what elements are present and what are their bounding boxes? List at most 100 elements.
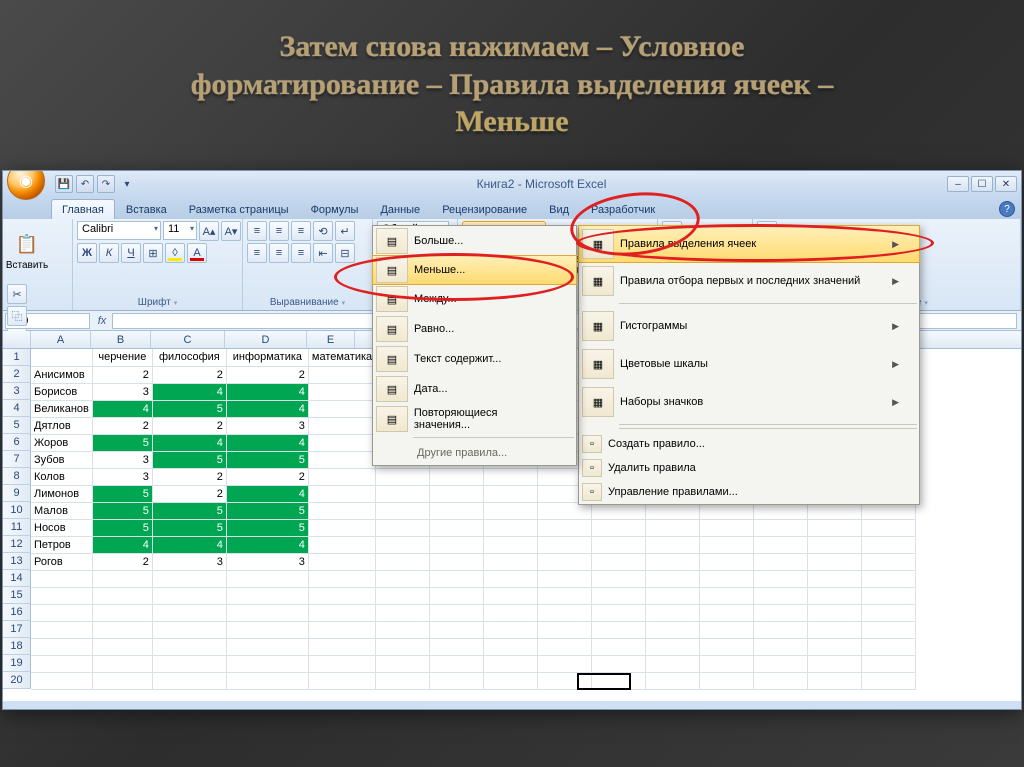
- submenu-item[interactable]: ▤Дата...: [373, 374, 576, 404]
- cell[interactable]: 5: [92, 502, 152, 519]
- tab-Вид[interactable]: Вид: [538, 199, 580, 219]
- cell[interactable]: Колов: [31, 468, 92, 485]
- cell[interactable]: [226, 621, 308, 638]
- cell[interactable]: [430, 655, 484, 672]
- submenu-footer[interactable]: Другие правила...: [373, 441, 576, 465]
- row-header[interactable]: 4: [3, 400, 31, 417]
- menu-item[interactable]: ▫Создать правило...: [579, 432, 919, 456]
- cell[interactable]: [700, 655, 754, 672]
- cell[interactable]: философия: [152, 349, 226, 366]
- cell[interactable]: [92, 655, 152, 672]
- cell[interactable]: [31, 638, 92, 655]
- cell[interactable]: [592, 655, 646, 672]
- cell[interactable]: Великанов: [31, 400, 92, 417]
- row-header[interactable]: 18: [3, 638, 31, 655]
- cell[interactable]: 4: [92, 536, 152, 553]
- row-header[interactable]: 8: [3, 468, 31, 485]
- cell[interactable]: [808, 553, 862, 570]
- cell[interactable]: [700, 536, 754, 553]
- submenu-item[interactable]: ▤Равно...: [373, 314, 576, 344]
- align-left-icon[interactable]: ≡: [247, 243, 267, 263]
- cell[interactable]: [646, 553, 700, 570]
- cell[interactable]: [754, 587, 808, 604]
- cell[interactable]: 4: [92, 400, 152, 417]
- cell[interactable]: [226, 570, 308, 587]
- cell[interactable]: [430, 621, 484, 638]
- cell[interactable]: [430, 638, 484, 655]
- row-header[interactable]: 1: [3, 349, 31, 366]
- cell[interactable]: 3: [226, 417, 308, 434]
- align-center-icon[interactable]: ≡: [269, 243, 289, 263]
- cell[interactable]: [592, 553, 646, 570]
- cell[interactable]: [484, 502, 538, 519]
- cell[interactable]: [152, 655, 226, 672]
- cell[interactable]: [646, 655, 700, 672]
- cell[interactable]: 4: [226, 400, 308, 417]
- fx-button[interactable]: fx: [92, 315, 112, 327]
- row-header[interactable]: 14: [3, 570, 31, 587]
- cell[interactable]: 4: [152, 434, 226, 451]
- cell[interactable]: [308, 366, 375, 383]
- cell[interactable]: [92, 604, 152, 621]
- cell[interactable]: [862, 655, 916, 672]
- cell[interactable]: [484, 621, 538, 638]
- indent-dec-icon[interactable]: ⇤: [313, 243, 333, 263]
- submenu-item[interactable]: ▤Больше...: [373, 226, 576, 256]
- cell[interactable]: [538, 587, 592, 604]
- cell[interactable]: [538, 655, 592, 672]
- cell[interactable]: [308, 587, 375, 604]
- font-name-combo[interactable]: Calibri: [77, 221, 161, 240]
- cell[interactable]: [152, 587, 226, 604]
- cell[interactable]: [308, 638, 375, 655]
- cell[interactable]: [430, 570, 484, 587]
- cell[interactable]: 2: [152, 468, 226, 485]
- cell[interactable]: [376, 519, 430, 536]
- cell[interactable]: 4: [226, 434, 308, 451]
- submenu-item[interactable]: ▤Между...: [373, 284, 576, 314]
- cell[interactable]: [376, 502, 430, 519]
- cell[interactable]: [430, 604, 484, 621]
- cell[interactable]: [700, 553, 754, 570]
- menu-item[interactable]: ▦Цветовые шкалы▶: [579, 345, 919, 383]
- bold-icon[interactable]: Ж: [77, 243, 97, 263]
- cell[interactable]: [376, 604, 430, 621]
- cell[interactable]: [484, 468, 538, 485]
- cell[interactable]: 3: [226, 553, 308, 570]
- cell[interactable]: [31, 604, 92, 621]
- cell[interactable]: [226, 655, 308, 672]
- cell[interactable]: [376, 655, 430, 672]
- cell[interactable]: 4: [152, 536, 226, 553]
- tab-Вставка[interactable]: Вставка: [115, 199, 178, 219]
- cell[interactable]: [92, 672, 152, 689]
- cell[interactable]: [754, 621, 808, 638]
- cell[interactable]: [808, 519, 862, 536]
- font-color-icon[interactable]: A: [187, 243, 207, 263]
- cell[interactable]: 5: [152, 400, 226, 417]
- tab-Данные[interactable]: Данные: [369, 199, 431, 219]
- wrap-text-icon[interactable]: ↵: [335, 221, 355, 241]
- cell[interactable]: [31, 587, 92, 604]
- cell[interactable]: [700, 638, 754, 655]
- cell[interactable]: [430, 502, 484, 519]
- cell[interactable]: [484, 485, 538, 502]
- submenu-item[interactable]: ▤Повторяющиеся значения...: [373, 404, 576, 434]
- row-header[interactable]: 15: [3, 587, 31, 604]
- cell[interactable]: [862, 570, 916, 587]
- cell[interactable]: [31, 349, 92, 366]
- cell[interactable]: 4: [226, 485, 308, 502]
- cell[interactable]: [152, 604, 226, 621]
- menu-item[interactable]: ▫Управление правилами...: [579, 480, 919, 504]
- fill-color-icon[interactable]: ◊: [165, 243, 185, 263]
- cell[interactable]: [646, 570, 700, 587]
- cell[interactable]: [226, 672, 308, 689]
- cell[interactable]: Малов: [31, 502, 92, 519]
- cell[interactable]: [862, 536, 916, 553]
- underline-icon[interactable]: Ч: [121, 243, 141, 263]
- cell[interactable]: Носов: [31, 519, 92, 536]
- cell[interactable]: [808, 570, 862, 587]
- row-header[interactable]: 6: [3, 434, 31, 451]
- cell[interactable]: [308, 621, 375, 638]
- cell[interactable]: [808, 655, 862, 672]
- menu-item[interactable]: ▦Наборы значков▶: [579, 383, 919, 421]
- cell[interactable]: 3: [92, 468, 152, 485]
